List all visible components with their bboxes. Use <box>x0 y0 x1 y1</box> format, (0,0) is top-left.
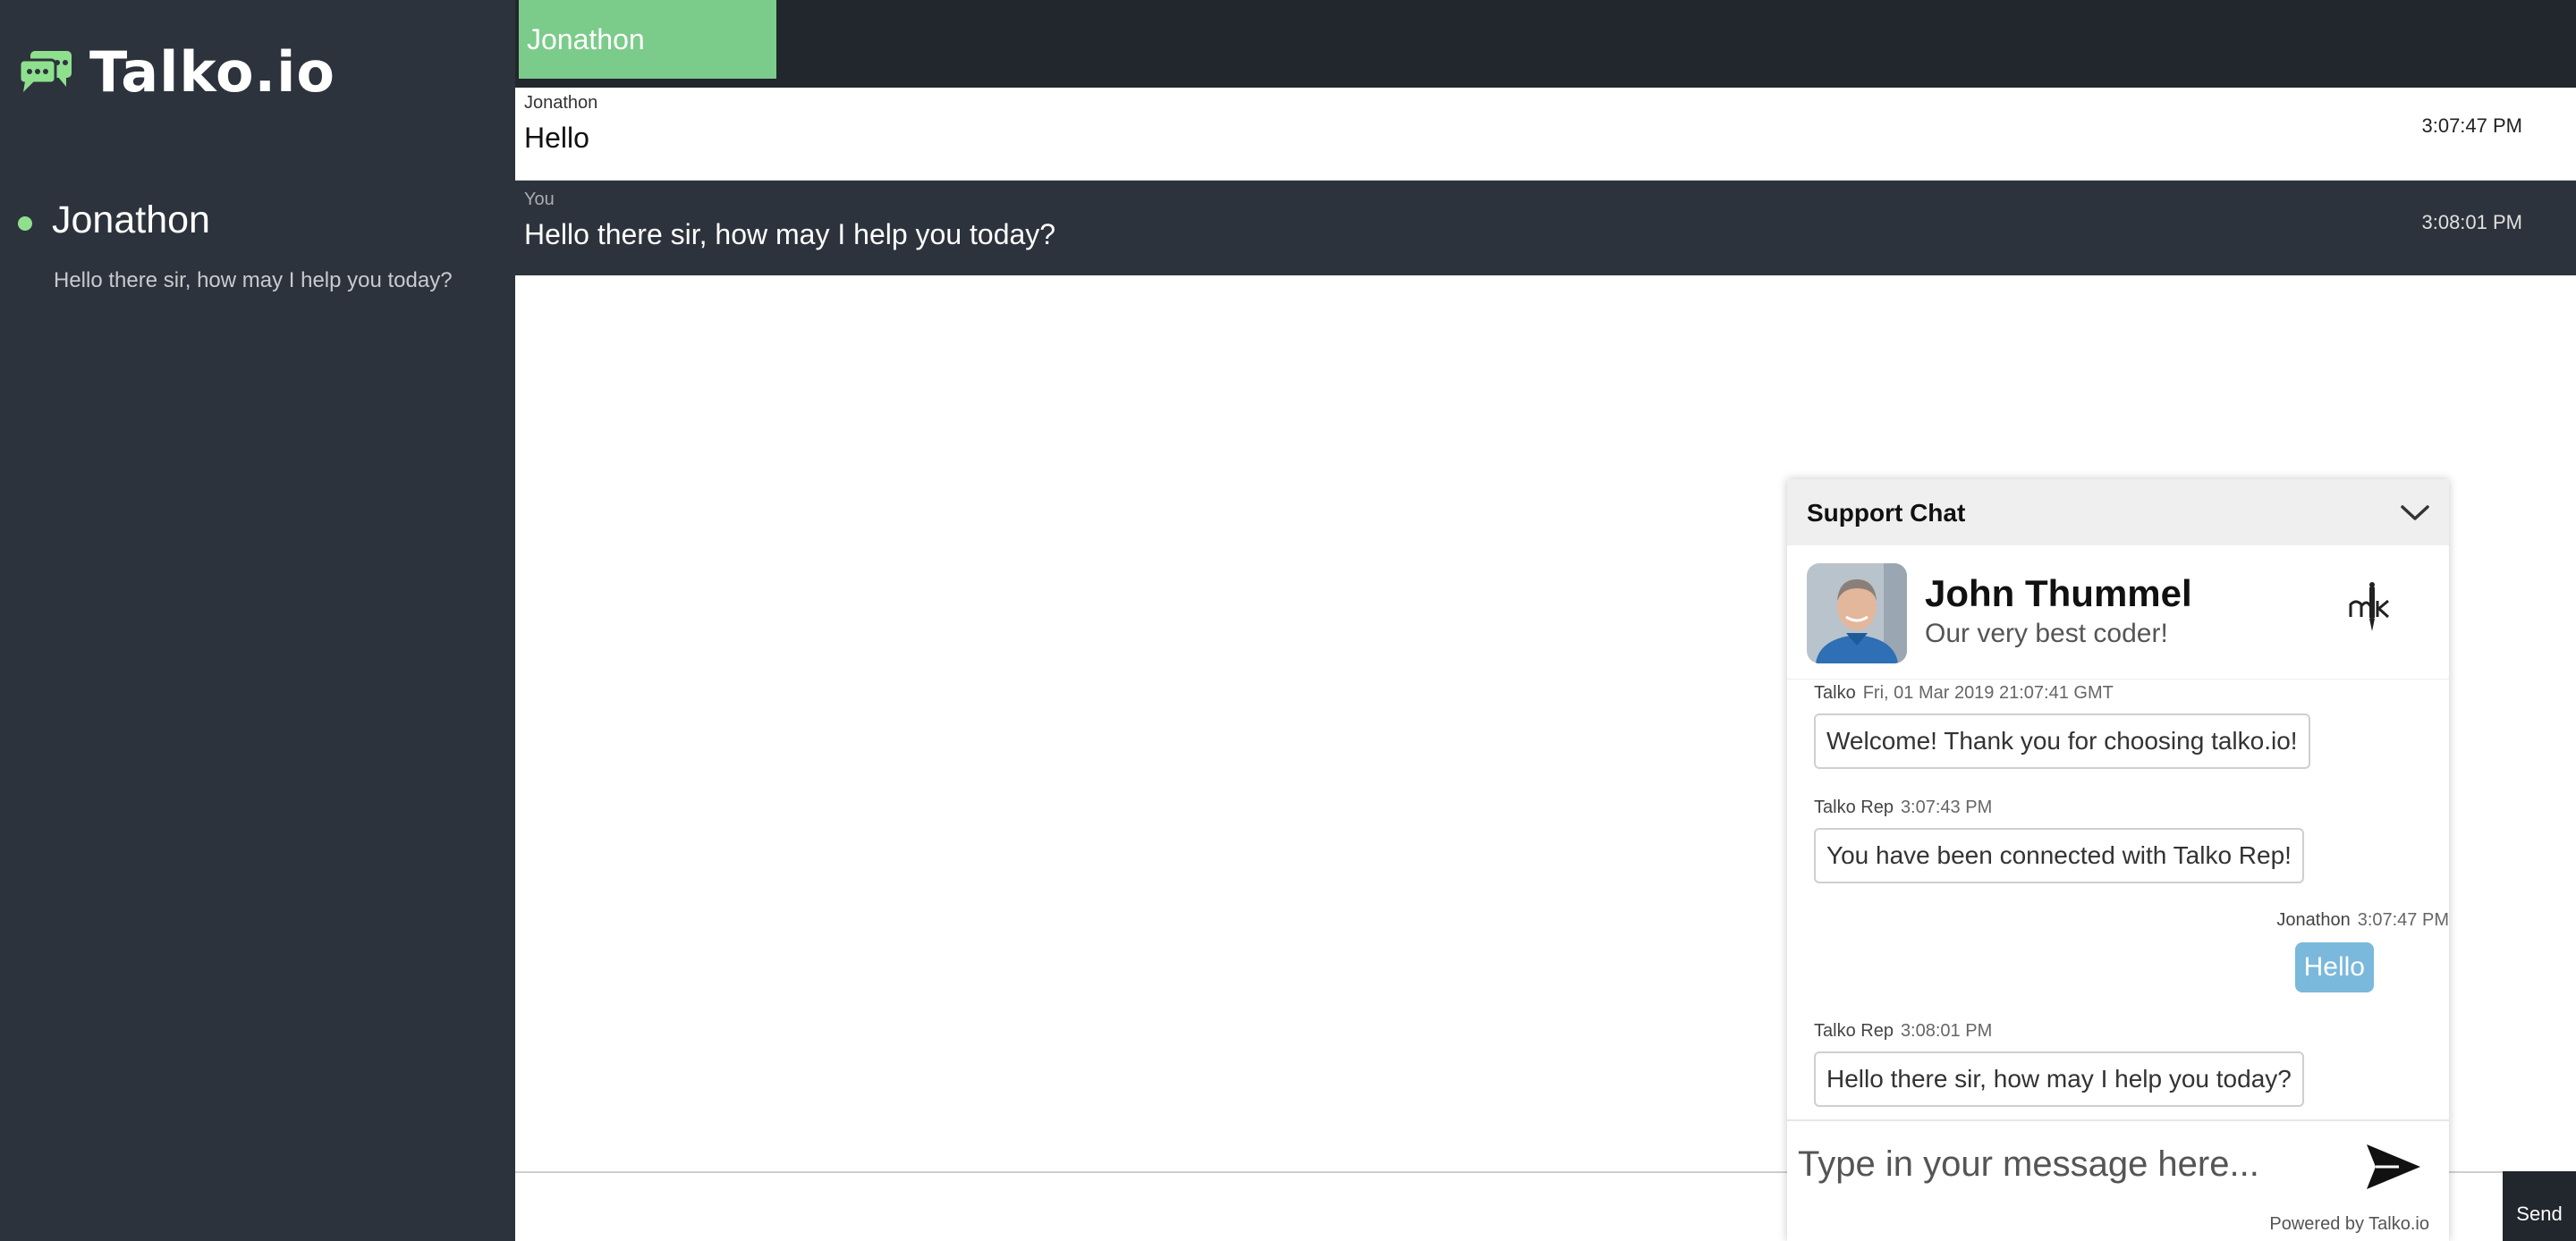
widget-send-button[interactable] <box>2363 1139 2424 1195</box>
widget-message-meta: Talko Fri, 01 Mar 2019 21:07:41 GMT <box>1814 683 2114 703</box>
send-button[interactable]: Send <box>2503 1171 2576 1241</box>
brand: Talko.io <box>18 36 335 107</box>
message-time: 3:07:47 PM <box>2421 114 2522 137</box>
widget-message-meta: Talko Rep 3:08:01 PM <box>1814 1021 1993 1041</box>
message-text: Hello there sir, how may I help you toda… <box>524 218 1056 250</box>
conversation-name: Jonathon <box>52 198 210 241</box>
agent-card: John Thummel Our very best coder! <box>1787 545 2449 680</box>
agent-mark-icon <box>2349 582 2390 631</box>
widget-message-bubble: Welcome! Thank you for choosing talko.io… <box>1814 713 2310 769</box>
widget-message-list[interactable]: Talko Fri, 01 Mar 2019 21:07:41 GMT Welco… <box>1787 680 2449 1107</box>
widget-title: Support Chat <box>1807 499 1966 527</box>
brand-name: Talko.io <box>89 38 335 105</box>
chat-bubbles-logo-icon <box>18 51 72 92</box>
message-text: Hello <box>524 122 589 154</box>
agent-tagline: Our very best coder! <box>1925 619 2168 648</box>
send-arrow-icon <box>2367 1144 2420 1189</box>
support-chat-widget: Support Chat John Thummel Our very best … <box>1787 479 2449 1241</box>
widget-header[interactable]: Support Chat <box>1787 479 2449 545</box>
widget-composer <box>1787 1119 2449 1214</box>
message-row: Jonathon Hello 3:07:47 PM <box>515 88 2576 181</box>
message-sender: You <box>524 190 555 209</box>
message-row: You Hello there sir, how may I help you … <box>515 181 2576 275</box>
widget-message-meta: Jonathon 3:07:47 PM <box>2276 910 2449 930</box>
message-time: 3:08:01 PM <box>2421 211 2522 233</box>
agent-avatar <box>1807 563 1907 663</box>
message-sender: Jonathon <box>524 93 598 113</box>
widget-message-meta: Talko Rep 3:07:43 PM <box>1814 798 1993 817</box>
powered-by: Powered by Talko.io <box>2269 1214 2429 1234</box>
conversation-preview: Hello there sir, how may I help you toda… <box>54 268 453 292</box>
widget-message-input[interactable] <box>1798 1135 2334 1193</box>
top-bar <box>515 0 2576 88</box>
sidebar <box>0 0 515 1241</box>
widget-message-bubble: You have been connected with Talko Rep! <box>1814 828 2304 883</box>
widget-message-bubble-mine: Hello <box>2294 942 2374 992</box>
agent-name: John Thummel <box>1925 572 2192 614</box>
tab-label: Jonathon <box>527 23 645 55</box>
widget-message-bubble: Hello there sir, how may I help you toda… <box>1814 1051 2304 1107</box>
chevron-down-icon[interactable] <box>2399 499 2431 526</box>
online-status-dot <box>18 216 32 231</box>
